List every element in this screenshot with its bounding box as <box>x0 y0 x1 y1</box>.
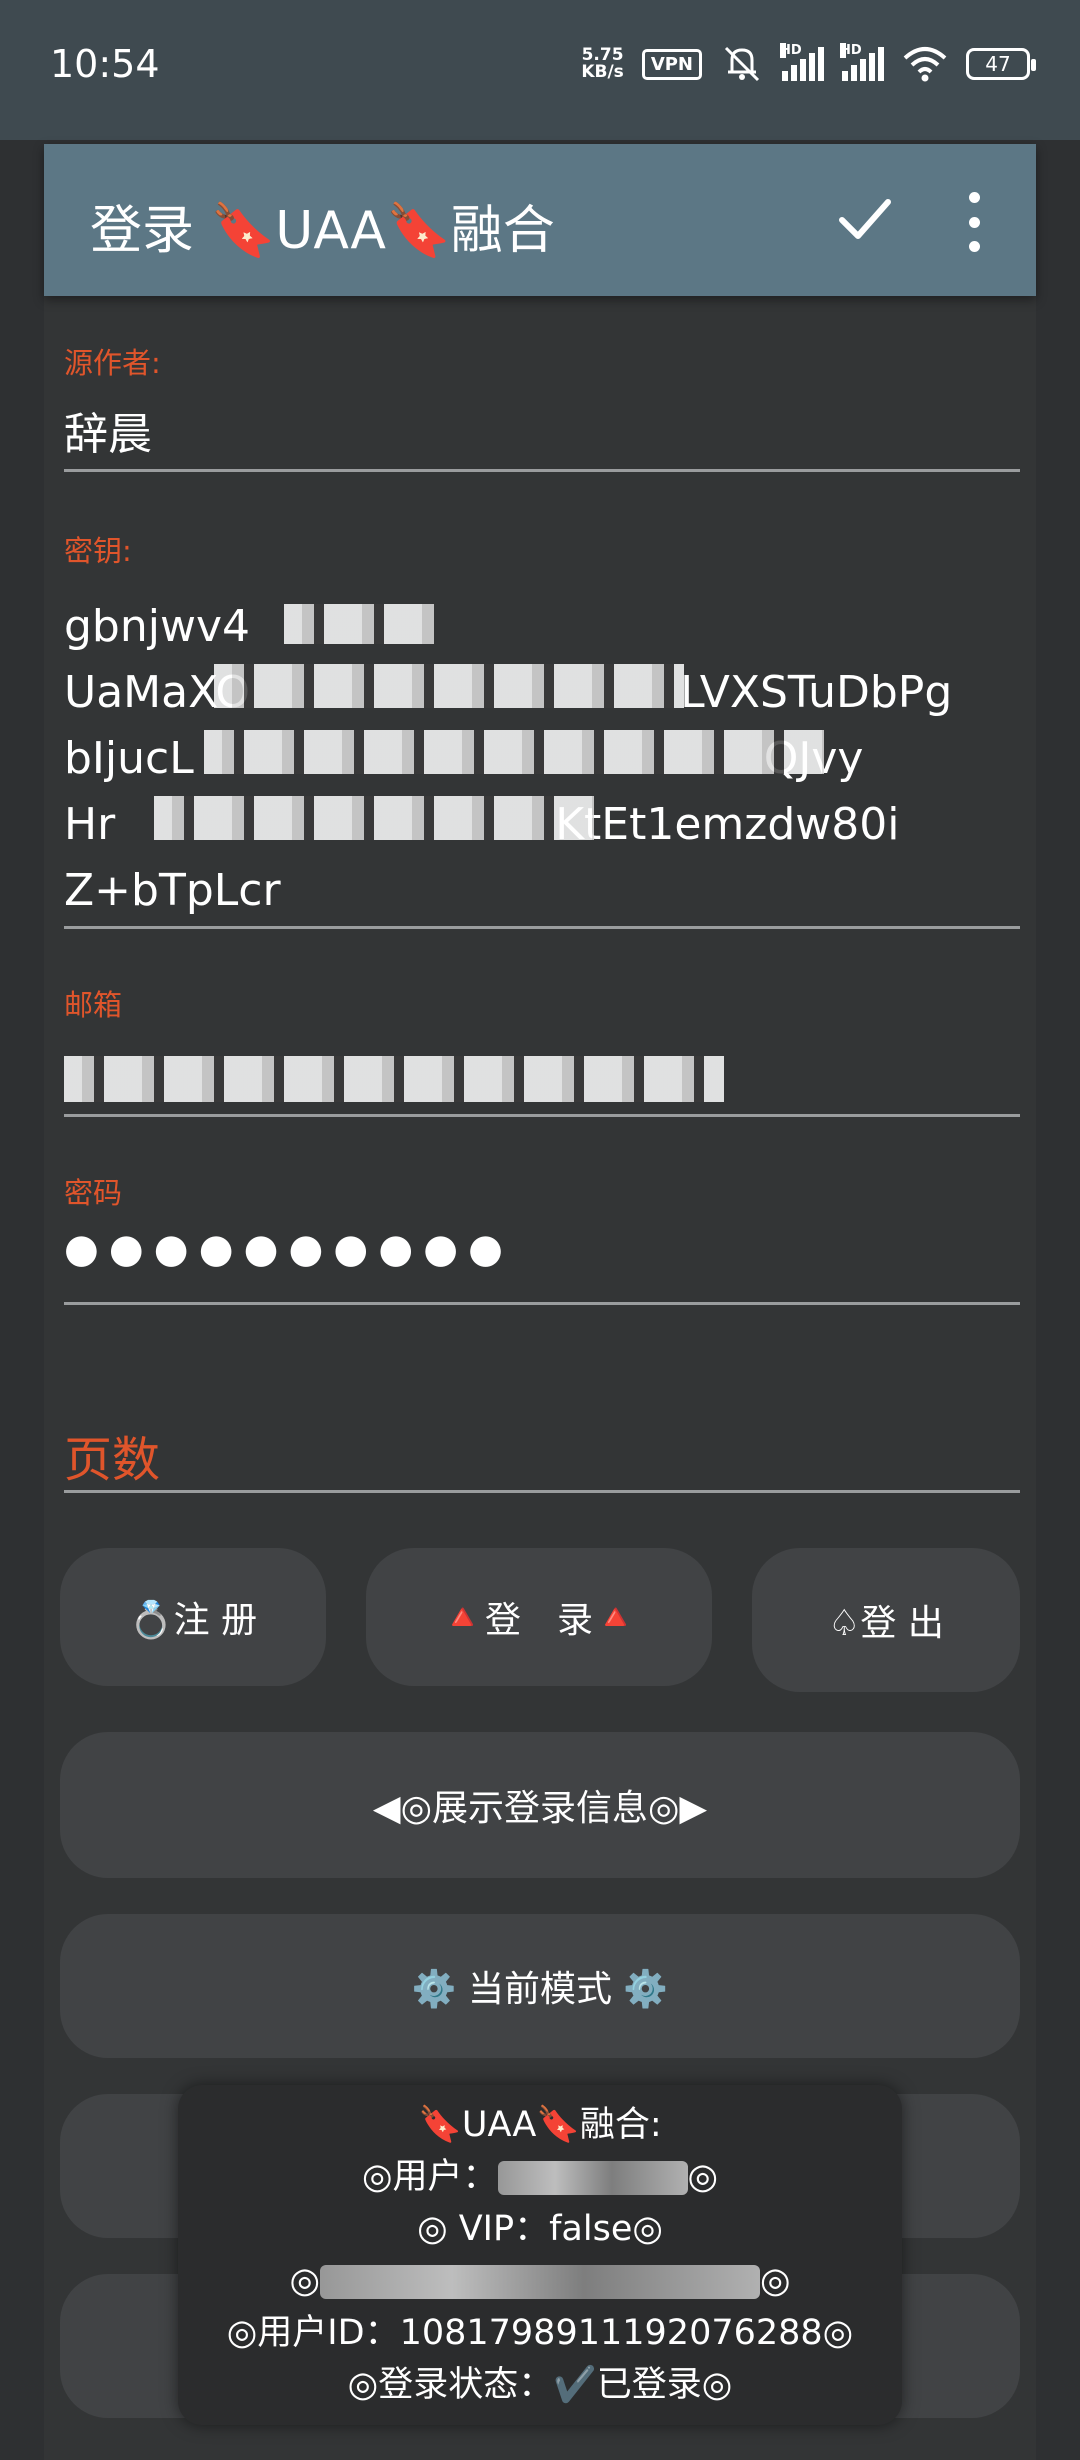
pages-underline <box>64 1490 1020 1493</box>
password-field[interactable]: ●●●●●●●●●● <box>64 1226 513 1272</box>
toast-user-id: ◎用户ID：1081798911192076288◎ <box>226 2313 854 2353</box>
email-underline <box>64 1114 1020 1117</box>
login-info-toast: 🔖UAA🔖融合: ◎用户： ◎ ◎ VIP：false◎ ◎ ◎ ◎用户ID：108… <box>178 2085 902 2425</box>
email-redaction <box>64 1056 724 1102</box>
author-field[interactable]: 辞晨 <box>64 398 1020 462</box>
dialog-appbar: 登录 🔖UAA🔖融合 <box>44 144 1036 296</box>
cell-signal-icon-2: HD <box>840 43 884 81</box>
show-login-info-button[interactable]: ◀◎展示登录信息◎▶ <box>60 1732 1020 1878</box>
toast-login-state: ◎登录状态：✔️已登录◎ <box>347 2365 733 2405</box>
toast-vip: ◎ VIP：false◎ <box>417 2209 663 2249</box>
status-time: 10:54 <box>50 42 160 86</box>
key-redaction <box>204 730 824 774</box>
red-triangle-icon: 🔺 <box>440 1597 485 1638</box>
key-redaction <box>214 664 684 708</box>
login-button[interactable]: 🔺 登 录 🔺 <box>366 1548 712 1686</box>
cell-signal-icon-1: HD <box>780 43 824 81</box>
status-icons: 5.75 KB/s VPN HD HD 47 <box>581 43 1036 84</box>
author-label: 源作者: <box>64 346 161 380</box>
check-mark-icon: ✔️ <box>553 2365 597 2405</box>
status-bar: 10:54 5.75 KB/s VPN HD HD 47 <box>0 0 1080 140</box>
toast-title: 🔖UAA🔖融合: <box>418 2105 662 2145</box>
email-redaction <box>320 2265 760 2299</box>
confirm-check-icon[interactable] <box>830 184 900 254</box>
register-button[interactable]: 💍注 册 <box>60 1548 326 1686</box>
user-redaction <box>497 2161 688 2195</box>
vpn-icon: VPN <box>641 48 702 80</box>
wifi-icon <box>903 47 947 82</box>
password-underline <box>64 1302 1020 1305</box>
pages-field[interactable]: 页数 <box>64 1420 160 1490</box>
network-speed: 5.75 KB/s <box>581 45 624 82</box>
bookmark-tag-icon: 🔖 <box>210 201 276 261</box>
author-underline <box>64 469 1020 472</box>
toast-email: ◎ ◎ <box>289 2261 791 2301</box>
toast-user: ◎用户： ◎ <box>361 2157 719 2197</box>
key-label: 密钥: <box>64 534 132 568</box>
password-label: 密码 <box>64 1176 123 1210</box>
more-options-icon[interactable] <box>964 192 984 252</box>
red-triangle-icon: 🔺 <box>593 1597 638 1638</box>
dialog-title: 登录 🔖UAA🔖融合 <box>90 201 555 261</box>
key-underline <box>64 926 1020 929</box>
mute-bell-icon <box>724 46 760 82</box>
logout-button[interactable]: ♤登 出 <box>752 1548 1020 1692</box>
bookmark-tag-icon: 🔖 <box>385 201 451 261</box>
key-redaction <box>284 604 434 644</box>
battery-icon: 47 <box>966 48 1036 80</box>
email-label: 邮箱 <box>64 988 123 1022</box>
key-redaction <box>154 796 594 840</box>
current-mode-button[interactable]: ⚙️ 当前模式 ⚙️ <box>60 1914 1020 2058</box>
